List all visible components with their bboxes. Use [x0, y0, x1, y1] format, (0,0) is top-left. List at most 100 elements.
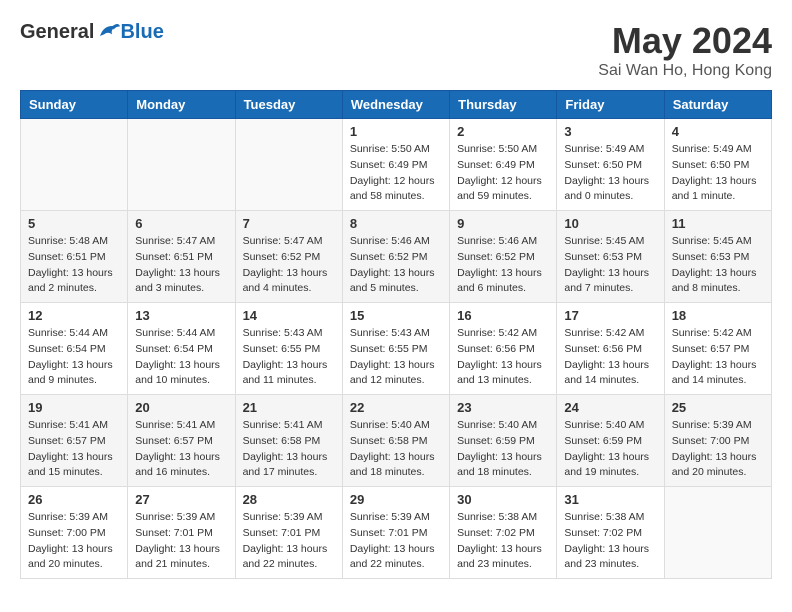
- calendar-cell: 3Sunrise: 5:49 AM Sunset: 6:50 PM Daylig…: [557, 119, 664, 211]
- day-header-sunday: Sunday: [21, 91, 128, 119]
- calendar-cell: 26 Sunrise: 5:39 AM Sunset: 7:00 PM Dayli…: [21, 487, 128, 579]
- calendar-cell: 12Sunrise: 5:44 AM Sunset: 6:54 PM Dayli…: [21, 303, 128, 395]
- calendar-cell: 1 Sunrise: 5:50 AM Sunset: 6:49 PM Daylig…: [342, 119, 449, 211]
- calendar-week-row: 19 Sunrise: 5:41 AM Sunset: 6:57 PM Dayli…: [21, 395, 772, 487]
- page-header: General Blue May 2024 Sai Wan Ho, Hong K…: [20, 20, 772, 80]
- day-info: Sunrise: 5:42 AM Sunset: 6:57 PM Dayligh…: [672, 326, 764, 389]
- day-number: 17: [564, 308, 656, 323]
- day-info: Sunrise: 5:39 AM Sunset: 7:00 PM Dayligh…: [28, 510, 120, 573]
- day-number: 6: [135, 216, 227, 231]
- calendar-cell: [235, 119, 342, 211]
- day-number: 31: [564, 492, 656, 507]
- day-info: Sunrise: 5:40 AM Sunset: 6:59 PM Dayligh…: [564, 418, 656, 481]
- day-number: 2: [457, 124, 549, 139]
- day-info: Sunrise: 5:45 AM Sunset: 6:53 PM Dayligh…: [672, 234, 764, 297]
- day-number: 3: [564, 124, 656, 139]
- day-number: 8: [350, 216, 442, 231]
- calendar-cell: 9 Sunrise: 5:46 AM Sunset: 6:52 PM Daylig…: [450, 211, 557, 303]
- day-number: 23: [457, 400, 549, 415]
- day-number: 13: [135, 308, 227, 323]
- day-info: Sunrise: 5:49 AM Sunset: 6:50 PM Dayligh…: [672, 142, 764, 205]
- day-info: Sunrise: 5:39 AM Sunset: 7:01 PM Dayligh…: [135, 510, 227, 573]
- calendar-cell: [128, 119, 235, 211]
- calendar-cell: 2 Sunrise: 5:50 AM Sunset: 6:49 PM Daylig…: [450, 119, 557, 211]
- logo: General Blue: [20, 20, 164, 44]
- calendar-week-row: 5 Sunrise: 5:48 AM Sunset: 6:51 PM Daylig…: [21, 211, 772, 303]
- day-number: 11: [672, 216, 764, 231]
- calendar-cell: 13Sunrise: 5:44 AM Sunset: 6:54 PM Dayli…: [128, 303, 235, 395]
- calendar-cell: 31 Sunrise: 5:38 AM Sunset: 7:02 PM Dayli…: [557, 487, 664, 579]
- day-info: Sunrise: 5:47 AM Sunset: 6:52 PM Dayligh…: [243, 234, 335, 297]
- month-title: May 2024: [598, 20, 772, 62]
- day-header-wednesday: Wednesday: [342, 91, 449, 119]
- day-number: 18: [672, 308, 764, 323]
- calendar-cell: 14Sunrise: 5:43 AM Sunset: 6:55 PM Dayli…: [235, 303, 342, 395]
- logo-general-text: General: [20, 21, 94, 44]
- day-info: Sunrise: 5:39 AM Sunset: 7:01 PM Dayligh…: [350, 510, 442, 573]
- day-info: Sunrise: 5:41 AM Sunset: 6:57 PM Dayligh…: [135, 418, 227, 481]
- day-number: 30: [457, 492, 549, 507]
- calendar-cell: 19 Sunrise: 5:41 AM Sunset: 6:57 PM Dayli…: [21, 395, 128, 487]
- calendar-cell: 24 Sunrise: 5:40 AM Sunset: 6:59 PM Dayli…: [557, 395, 664, 487]
- day-info: Sunrise: 5:39 AM Sunset: 7:00 PM Dayligh…: [672, 418, 764, 481]
- location: Sai Wan Ho, Hong Kong: [598, 62, 772, 80]
- day-number: 1: [350, 124, 442, 139]
- day-info: Sunrise: 5:44 AM Sunset: 6:54 PM Dayligh…: [28, 326, 120, 389]
- day-info: Sunrise: 5:46 AM Sunset: 6:52 PM Dayligh…: [350, 234, 442, 297]
- day-info: Sunrise: 5:38 AM Sunset: 7:02 PM Dayligh…: [457, 510, 549, 573]
- calendar-cell: 23Sunrise: 5:40 AM Sunset: 6:59 PM Dayli…: [450, 395, 557, 487]
- day-number: 22: [350, 400, 442, 415]
- day-number: 4: [672, 124, 764, 139]
- day-number: 16: [457, 308, 549, 323]
- calendar-cell: [21, 119, 128, 211]
- day-header-saturday: Saturday: [664, 91, 771, 119]
- calendar-header-row: SundayMondayTuesdayWednesdayThursdayFrid…: [21, 91, 772, 119]
- day-number: 26: [28, 492, 120, 507]
- calendar-cell: 30 Sunrise: 5:38 AM Sunset: 7:02 PM Dayli…: [450, 487, 557, 579]
- day-number: 15: [350, 308, 442, 323]
- day-info: Sunrise: 5:39 AM Sunset: 7:01 PM Dayligh…: [243, 510, 335, 573]
- day-number: 24: [564, 400, 656, 415]
- calendar-cell: 11 Sunrise: 5:45 AM Sunset: 6:53 PM Dayli…: [664, 211, 771, 303]
- calendar-week-row: 26 Sunrise: 5:39 AM Sunset: 7:00 PM Dayli…: [21, 487, 772, 579]
- day-number: 27: [135, 492, 227, 507]
- logo-blue-text: Blue: [120, 21, 163, 44]
- calendar-cell: 6 Sunrise: 5:47 AM Sunset: 6:51 PM Daylig…: [128, 211, 235, 303]
- calendar-cell: 25 Sunrise: 5:39 AM Sunset: 7:00 PM Dayli…: [664, 395, 771, 487]
- day-number: 21: [243, 400, 335, 415]
- day-info: Sunrise: 5:42 AM Sunset: 6:56 PM Dayligh…: [457, 326, 549, 389]
- calendar-cell: 4 Sunrise: 5:49 AM Sunset: 6:50 PM Daylig…: [664, 119, 771, 211]
- day-info: Sunrise: 5:42 AM Sunset: 6:56 PM Dayligh…: [564, 326, 656, 389]
- calendar-cell: 21Sunrise: 5:41 AM Sunset: 6:58 PM Dayli…: [235, 395, 342, 487]
- day-number: 9: [457, 216, 549, 231]
- day-number: 25: [672, 400, 764, 415]
- day-info: Sunrise: 5:40 AM Sunset: 6:58 PM Dayligh…: [350, 418, 442, 481]
- day-number: 7: [243, 216, 335, 231]
- calendar-cell: 17 Sunrise: 5:42 AM Sunset: 6:56 PM Dayli…: [557, 303, 664, 395]
- day-number: 20: [135, 400, 227, 415]
- day-info: Sunrise: 5:41 AM Sunset: 6:57 PM Dayligh…: [28, 418, 120, 481]
- day-info: Sunrise: 5:50 AM Sunset: 6:49 PM Dayligh…: [457, 142, 549, 205]
- calendar-cell: 15Sunrise: 5:43 AM Sunset: 6:55 PM Dayli…: [342, 303, 449, 395]
- calendar-cell: 22 Sunrise: 5:40 AM Sunset: 6:58 PM Dayli…: [342, 395, 449, 487]
- calendar-cell: 5 Sunrise: 5:48 AM Sunset: 6:51 PM Daylig…: [21, 211, 128, 303]
- title-section: May 2024 Sai Wan Ho, Hong Kong: [598, 20, 772, 80]
- day-info: Sunrise: 5:38 AM Sunset: 7:02 PM Dayligh…: [564, 510, 656, 573]
- calendar-table: SundayMondayTuesdayWednesdayThursdayFrid…: [20, 90, 772, 579]
- day-header-monday: Monday: [128, 91, 235, 119]
- day-info: Sunrise: 5:47 AM Sunset: 6:51 PM Dayligh…: [135, 234, 227, 297]
- calendar-cell: 27 Sunrise: 5:39 AM Sunset: 7:01 PM Dayli…: [128, 487, 235, 579]
- day-info: Sunrise: 5:46 AM Sunset: 6:52 PM Dayligh…: [457, 234, 549, 297]
- calendar-cell: [664, 487, 771, 579]
- day-number: 28: [243, 492, 335, 507]
- day-number: 29: [350, 492, 442, 507]
- day-number: 10: [564, 216, 656, 231]
- day-number: 19: [28, 400, 120, 415]
- day-info: Sunrise: 5:50 AM Sunset: 6:49 PM Dayligh…: [350, 142, 442, 205]
- calendar-cell: 7 Sunrise: 5:47 AM Sunset: 6:52 PM Daylig…: [235, 211, 342, 303]
- logo-bird-icon: [96, 20, 120, 44]
- day-number: 5: [28, 216, 120, 231]
- calendar-cell: 16 Sunrise: 5:42 AM Sunset: 6:56 PM Dayli…: [450, 303, 557, 395]
- calendar-cell: 28 Sunrise: 5:39 AM Sunset: 7:01 PM Dayli…: [235, 487, 342, 579]
- day-info: Sunrise: 5:48 AM Sunset: 6:51 PM Dayligh…: [28, 234, 120, 297]
